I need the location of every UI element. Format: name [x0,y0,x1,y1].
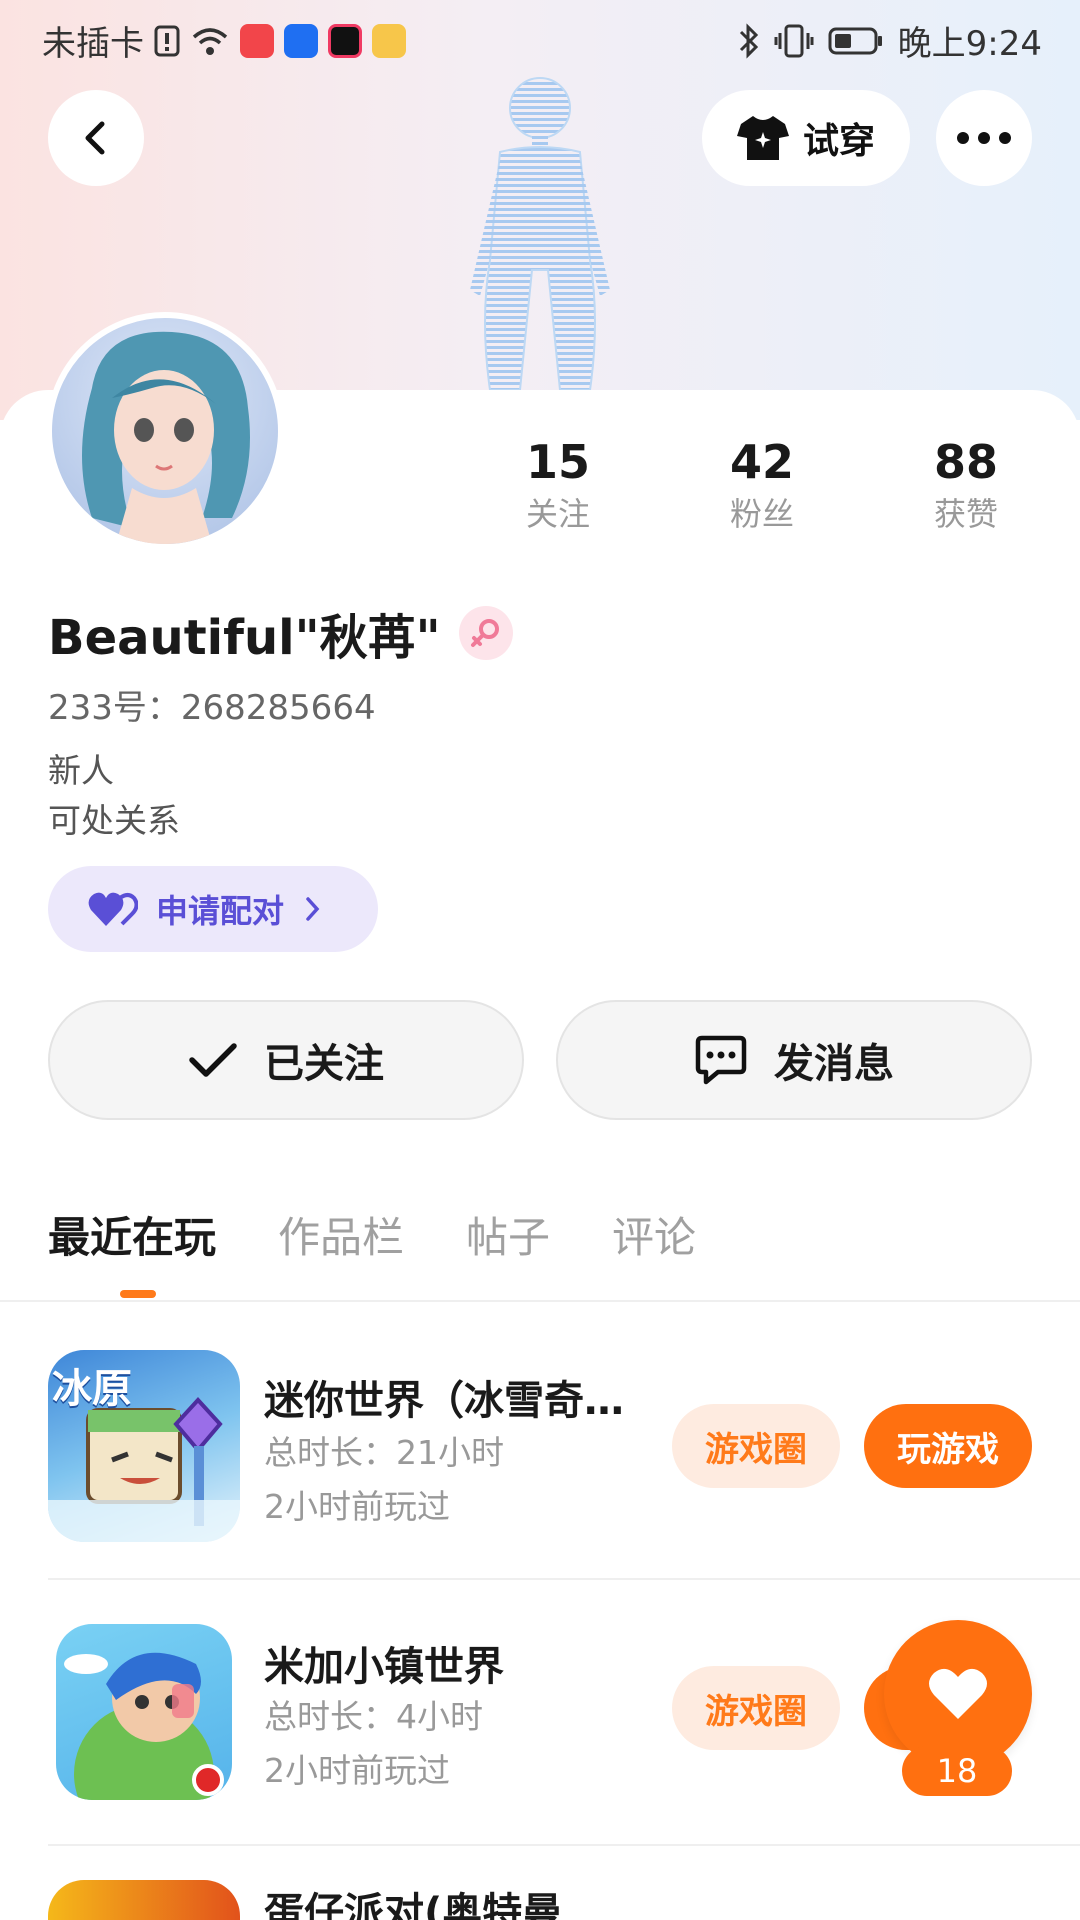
stat-label: 粉丝 [729,495,794,533]
heart-pair-icon [88,892,138,926]
user-bio: 新人 可处关系 [48,746,180,846]
more-button[interactable] [936,90,1032,186]
try-on-label: 试穿 [802,121,875,162]
game-list-item[interactable]: 冰原 迷你世界（冰雪奇… 总时长：21小时 2小时前玩过 游戏圈 玩游戏 [0,1302,1080,1568]
tab-works[interactable]: 作品栏 [278,1204,404,1265]
tab-recently-played[interactable]: 最近在玩 [48,1204,216,1265]
apply-pair-button[interactable]: 申请配对 [48,866,378,952]
stat-label: 获赞 [933,495,998,533]
user-name: Beautiful"秋苒" [48,610,441,666]
wifi-icon [192,27,228,55]
tab-posts[interactable]: 帖子 [466,1204,550,1265]
tshirt-icon [736,116,789,160]
stat-value: 15 [525,435,590,489]
bio-line: 新人 [48,751,114,790]
heart-icon [929,1668,987,1719]
game-icon-miga-town[interactable] [56,1624,232,1800]
game-title: 迷你世界（冰雪奇… [264,1378,624,1424]
game-duration: 总时长：4小时 [264,1697,483,1736]
user-id: 233号：268285664 [48,688,376,728]
game-meta: 总时长：21小时 2小时前玩过 [264,1426,504,1534]
game-circle-button[interactable]: 游戏圈 [672,1404,840,1488]
tab-comments[interactable]: 评论 [612,1204,696,1265]
stat-following[interactable]: 15 关注 [478,432,638,536]
stat-label: 关注 [525,495,590,533]
play-game-button[interactable]: 玩游戏 [864,1404,1032,1488]
game-meta: 总时长：4小时 2小时前玩过 [264,1690,483,1798]
app-notification-icon [240,23,274,58]
chevron-right-icon [306,897,320,921]
status-bar: 未插卡 晚上9:24 [0,0,1080,76]
profile-tabs: 最近在玩 作品栏 帖子 评论 [48,1204,696,1265]
stat-value: 42 [729,435,794,489]
avatar[interactable] [46,312,284,550]
bio-line: 可处关系 [48,801,180,840]
clock-text: 晚上9:24 [897,24,1042,64]
carrier-text: 未插卡 [42,24,144,64]
game-icon-art [64,1652,224,1800]
game-icon-mini-world[interactable]: 冰原 [48,1350,240,1542]
app-notification-icon [284,23,318,58]
app-notification-icon [372,23,406,58]
name-row: Beautiful"秋苒" [48,598,513,668]
divider [48,1844,1080,1846]
try-on-button[interactable]: 试穿 [702,90,910,186]
game-title: 米加小镇世界 [264,1644,504,1690]
bluetooth-icon [739,22,758,59]
vibrate-icon [774,24,814,57]
followed-label: 已关注 [264,1041,384,1087]
game-icon-eggy-party[interactable] [48,1880,240,1920]
battery-icon [828,27,882,54]
game-last-played: 2小时前玩过 [264,1487,450,1526]
female-gender-icon [458,606,513,660]
game-circle-button[interactable]: 游戏圈 [672,1666,840,1750]
more-dots-icon [957,132,1011,144]
sim-alert-icon [154,25,180,56]
like-count: 18 [902,1746,1012,1796]
stat-likes[interactable]: 88 获赞 [886,432,1046,536]
game-duration: 总时长：21小时 [264,1433,504,1472]
chevron-left-icon [85,121,105,155]
apply-pair-label: 申请配对 [156,892,285,930]
avatar-illustration [82,331,250,544]
back-button[interactable] [48,90,144,186]
game-icon-text: 冰原 [52,1366,132,1412]
app-notification-icon [328,23,362,58]
avatar-hologram [470,77,610,390]
stat-followers[interactable]: 42 粉丝 [682,432,842,536]
active-tab-indicator [120,1290,156,1298]
chat-bubble-icon [695,1035,747,1085]
stat-value: 88 [933,435,998,489]
followed-button[interactable]: 已关注 [48,1000,524,1120]
check-icon [189,1043,237,1077]
send-message-button[interactable]: 发消息 [556,1000,1032,1120]
game-last-played: 2小时前玩过 [264,1751,450,1790]
game-title: 蛋仔派对(奥特曼 [264,1890,563,1920]
send-message-label: 发消息 [774,1041,894,1087]
